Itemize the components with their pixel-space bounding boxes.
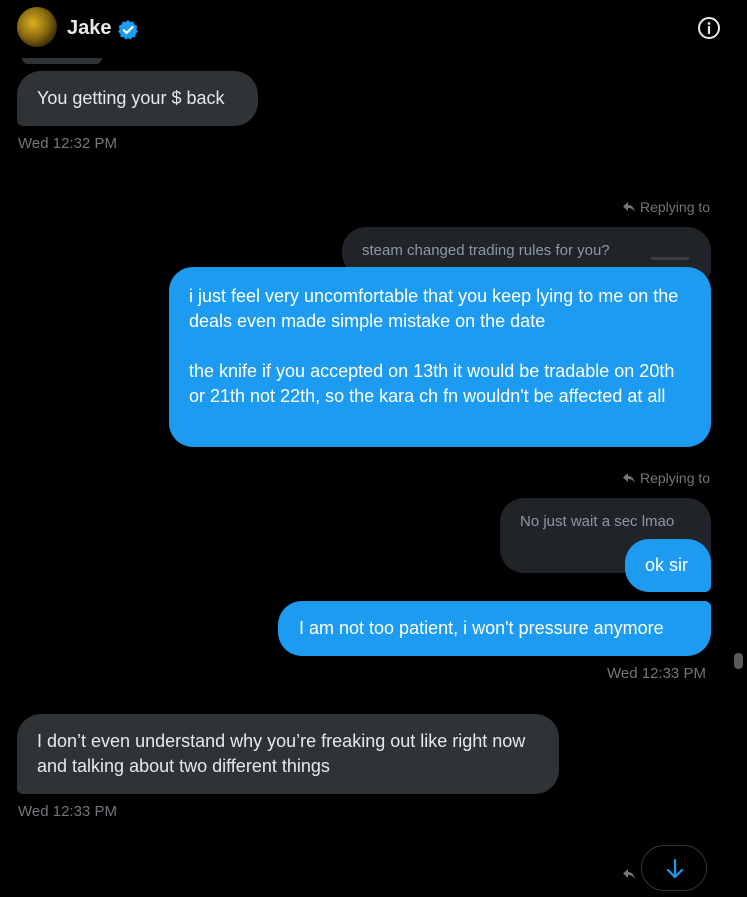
message-paragraph: i just feel very uncomfortable that you …	[189, 286, 679, 331]
message-bubble-incoming[interactable]: I don’t even understand why you’re freak…	[17, 714, 559, 794]
message-timestamp: Wed 12:33 PM	[607, 665, 706, 682]
conversation-view: You getting your $ back Wed 12:32 PM Rep…	[0, 0, 731, 894]
reply-icon	[623, 473, 635, 483]
avatar[interactable]	[17, 7, 57, 47]
verified-badge-icon	[118, 20, 138, 40]
previous-message-edge	[22, 58, 102, 64]
message-bubble-outgoing[interactable]: ok sir	[625, 539, 711, 592]
message-bubble-outgoing[interactable]: I am not too patient, i won't pressure a…	[278, 601, 711, 656]
scroll-to-bottom-button[interactable]	[641, 845, 707, 891]
scrollbar-thumb[interactable]	[734, 653, 743, 669]
message-paragraph: the knife if you accepted on 13th it wou…	[189, 361, 675, 406]
message-text: I am not too patient, i won't pressure a…	[299, 618, 664, 638]
message-bubble-outgoing[interactable]: i just feel very uncomfortable that you …	[169, 267, 711, 447]
info-icon[interactable]	[697, 16, 721, 40]
message-text: I don’t even understand why you’re freak…	[37, 731, 526, 776]
conversation-header: Jake	[0, 0, 731, 58]
quoted-text: No just wait a sec lmao	[520, 513, 675, 530]
message-text: ok sir	[645, 555, 689, 575]
message-text: You getting your $ back	[37, 88, 225, 108]
replying-to-label: Replying to	[622, 470, 710, 486]
reply-icon	[623, 869, 635, 879]
replying-to-label-partial	[622, 866, 640, 882]
replying-to-label: Replying to	[622, 199, 710, 215]
message-timestamp: Wed 12:33 PM	[18, 803, 117, 820]
contact-name[interactable]: Jake	[67, 17, 112, 40]
arrow-down-icon	[666, 858, 684, 879]
reply-icon	[623, 202, 635, 212]
quoted-media-indicator	[651, 257, 689, 260]
message-bubble-incoming[interactable]: You getting your $ back	[17, 71, 258, 126]
scrollbar-track[interactable]	[731, 60, 747, 894]
quoted-text: steam changed trading rules for you?	[362, 242, 610, 259]
message-timestamp: Wed 12:32 PM	[18, 135, 117, 152]
